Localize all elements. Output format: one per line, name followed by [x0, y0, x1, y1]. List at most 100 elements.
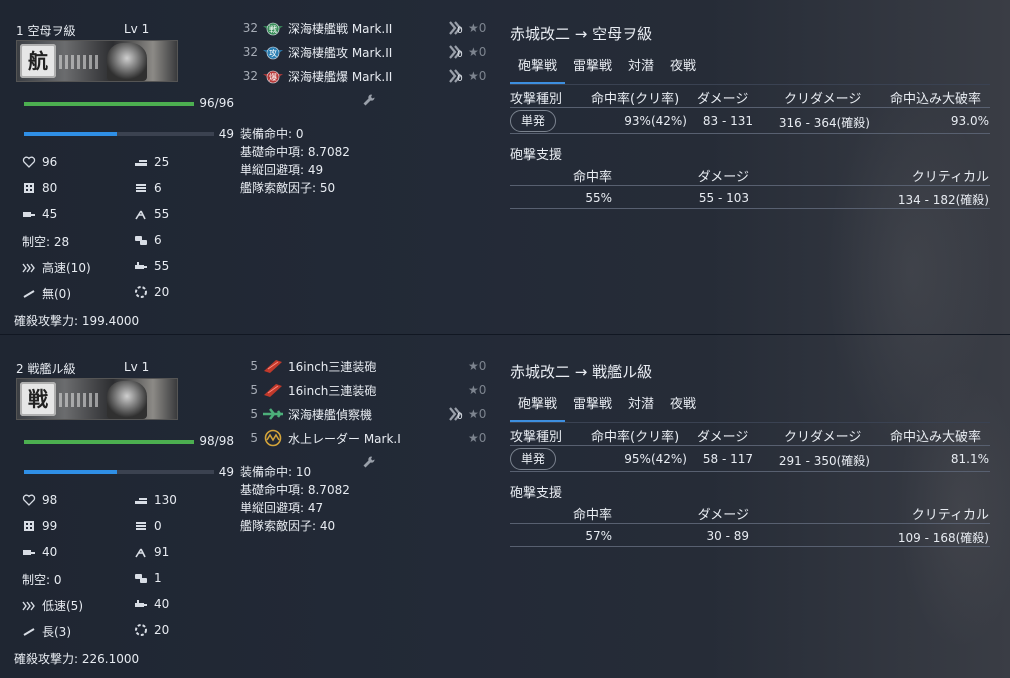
heart-icon	[22, 493, 36, 507]
proficiency-chevron-icon: 0	[448, 68, 464, 84]
tab-asw[interactable]: 対潜	[620, 54, 662, 84]
stat-asw-value: 6	[154, 233, 162, 247]
equipment-row[interactable]: 5 16inch三連装砲 ★0	[240, 355, 500, 377]
ship-title: 1 空母ヲ級	[16, 24, 76, 38]
stat-torpedo-value: 6	[154, 181, 162, 195]
ship-type-badge: 戦	[20, 382, 56, 416]
equipment-slot-count: 5	[250, 407, 258, 421]
tab-shelling[interactable]: 砲撃戦	[510, 392, 566, 422]
row-rule	[510, 471, 990, 472]
equipment-slot-count: 32	[242, 45, 258, 59]
stat-hp-value: 98	[42, 493, 58, 507]
equipment-row[interactable]: 32 攻深海棲艦攻 Mark.II 0 ★0	[240, 41, 500, 63]
anti-air-icon	[134, 545, 148, 559]
equipment-row[interactable]: 5 16inch三連装砲 ★0	[240, 379, 500, 401]
attack-type-pill: 単発	[510, 448, 556, 470]
stat-los: 40	[134, 597, 169, 611]
stat-hp-value: 96	[42, 155, 58, 169]
equipment-row[interactable]: 32 戦深海棲艦戦 Mark.II 0 ★0	[240, 17, 500, 39]
fighter-icon: 戦	[262, 19, 284, 37]
tab-shelling[interactable]: 砲撃戦	[510, 54, 566, 84]
stat-range-value: 長(3)	[42, 625, 71, 639]
equipment-name: 深海棲艦戦 Mark.II	[288, 21, 393, 36]
stat-torpedo: 0	[134, 519, 162, 533]
support-row-rule	[510, 546, 990, 547]
equipment-row[interactable]: 5 水上レーダー Mark.I ★0	[240, 427, 500, 449]
kill-power: 確殺攻撃力: 199.4000	[14, 314, 140, 328]
section-ship-2: 2 戦艦ル級 Lv 1 戦 98/98 49 98 99 40 制空: 0 低速…	[0, 338, 1010, 674]
eq-stat-accuracy: 装備命中: 0	[240, 127, 304, 141]
torpedo-icon	[134, 519, 148, 533]
equipment-row[interactable]: 32 爆深海棲艦爆 Mark.II 0 ★0	[240, 65, 500, 87]
col-heavy-rate: 命中込み大破率	[890, 430, 982, 445]
stat-armor: 99	[22, 519, 57, 533]
hp-value: 96/96	[199, 96, 234, 110]
ship-title: 2 戦艦ル級	[16, 362, 76, 376]
ship-level: Lv 1	[124, 22, 150, 36]
col-attack-type: 攻撃種別	[510, 92, 563, 107]
section-divider	[0, 334, 1010, 335]
support-col-hit: 命中率	[572, 170, 612, 185]
cell-hit: 95%(42%)	[624, 452, 687, 466]
improvement-star: ★0	[468, 45, 487, 59]
support-cell-hit: 55%	[585, 191, 612, 205]
morale-bar-fill	[24, 132, 118, 136]
improvement-star: ★0	[468, 21, 487, 35]
cell-crit: 316 - 364(確殺)	[778, 116, 870, 130]
armor-icon	[22, 519, 36, 533]
stat-luck: 20	[134, 285, 169, 299]
improvement-star: ★0	[468, 359, 487, 373]
col-crit-damage: クリダメージ	[784, 92, 862, 107]
kill-power: 確殺攻撃力: 226.1000	[14, 652, 140, 666]
arrow: →	[574, 363, 588, 381]
support-col-hit: 命中率	[572, 508, 612, 523]
stat-firepower-value: 25	[154, 155, 170, 169]
cell-hit: 93%(42%)	[624, 114, 687, 128]
stat-armor-value: 80	[42, 181, 58, 195]
line-of-sight-icon	[134, 259, 148, 273]
support-col-crit: クリティカル	[911, 170, 989, 185]
hp-bar	[24, 102, 194, 106]
wrench-icon[interactable]	[362, 455, 376, 469]
stat-evasion-value: 45	[42, 207, 58, 221]
tab-torpedo[interactable]: 雷撃戦	[565, 392, 620, 422]
attack-type-pill: 単発	[510, 110, 556, 132]
wrench-icon[interactable]	[362, 93, 376, 107]
stat-air: 制空: 0	[22, 571, 62, 588]
support-cell-crit: 134 - 182(確殺)	[897, 193, 989, 207]
ship-type-badge: 航	[20, 44, 56, 78]
stat-air: 制空: 28	[22, 233, 69, 250]
tab-night[interactable]: 夜戦	[662, 54, 704, 84]
col-attack-type: 攻撃種別	[510, 430, 563, 445]
tab-torpedo[interactable]: 雷撃戦	[565, 54, 620, 84]
eq-stat-base-hit: 基礎命中項: 8.7082	[240, 483, 350, 497]
col-damage: ダメージ	[697, 430, 749, 445]
cell-rate: 81.1%	[950, 452, 989, 466]
support-label: 砲撃支援	[510, 486, 563, 501]
cell-damage: 83 - 131	[702, 114, 753, 128]
stat-torpedo-value: 0	[154, 519, 162, 533]
morale-value: 49	[218, 127, 234, 141]
matchup-title: 赤城改二 → 戦艦ル級	[510, 361, 652, 382]
target-name: 戦艦ル級	[592, 363, 653, 381]
luck-icon	[134, 623, 148, 637]
stat-range: 長(3)	[22, 623, 71, 640]
banner-stripes	[59, 393, 99, 407]
equipment-row[interactable]: 5 深海棲艦偵察機 0 ★0	[240, 403, 500, 425]
col-hit-rate: 命中率(クリ率)	[591, 92, 680, 107]
firepower-icon	[134, 493, 148, 507]
proficiency-chevron-icon: 0	[448, 44, 464, 60]
support-label: 砲撃支援	[510, 148, 563, 163]
speed-icon	[22, 261, 36, 275]
heart-icon	[22, 155, 36, 169]
tab-night[interactable]: 夜戦	[662, 392, 704, 422]
enemy-ship-panel: 2 戦艦ル級 Lv 1 戦 98/98 49 98 99 40 制空: 0 低速…	[0, 338, 1010, 674]
tab-asw[interactable]: 対潜	[620, 392, 662, 422]
eq-stat-base-hit: 基礎命中項: 8.7082	[240, 145, 350, 159]
stat-luck-value: 20	[154, 623, 170, 637]
proficiency-chevron-icon	[448, 358, 464, 374]
enemy-ship-panel: 1 空母ヲ級 Lv 1 航 96/96 49 96 80 45 制空: 28 高…	[0, 0, 1010, 336]
firepower-icon	[134, 155, 148, 169]
support-cell-hit: 57%	[585, 529, 612, 543]
stat-asw-value: 1	[154, 571, 162, 585]
